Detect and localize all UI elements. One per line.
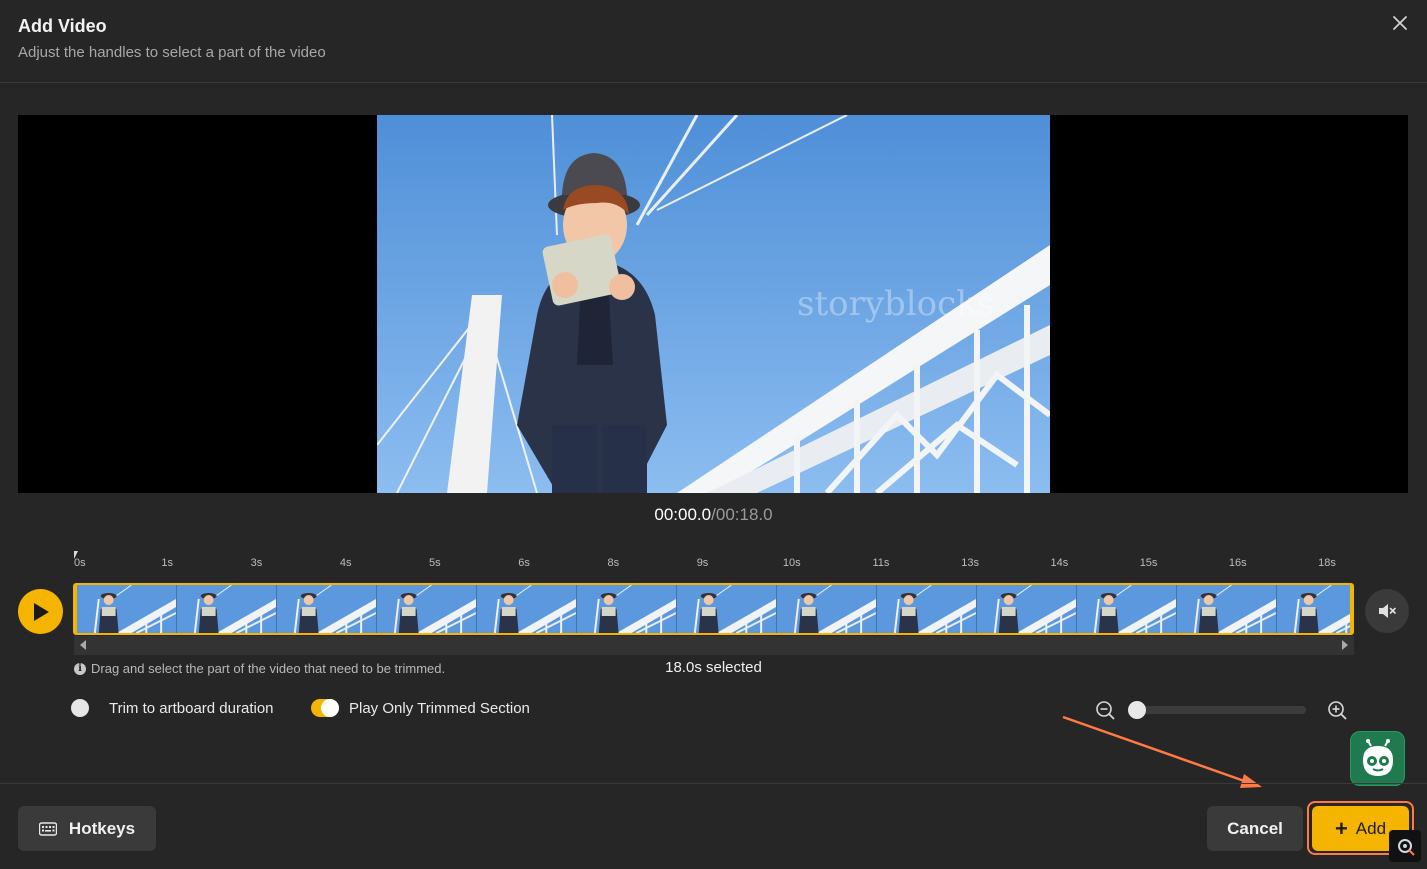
filmstrip-frame [877,585,977,633]
filmstrip-frame [777,585,877,633]
video-preview-image: storyblocks [377,115,1050,493]
ruler-tick-label: 15s [1139,557,1158,569]
filmstrip-frame [77,585,177,633]
modal-subtitle: Adjust the handles to select a part of t… [18,44,326,61]
cursor-overlay-icon [1389,830,1421,862]
ruler-tick-label: 10s [782,557,801,569]
ruler-tick-label: 18s [1318,557,1336,569]
ruler-tick-label: 6s [518,557,530,569]
trim-to-artboard-label: Trim to artboard duration [109,699,274,717]
ruler-tick-label: 1s [161,557,174,569]
play-icon [33,602,49,621]
play-trimmed-switch[interactable] [311,699,339,717]
selected-duration: 18.0s selected [665,659,762,676]
robot-icon [1362,738,1393,776]
zoom-slider[interactable] [1128,701,1306,719]
filmstrip-frame [577,585,677,633]
play-trimmed-toggle[interactable]: Play Only Trimmed Section [311,699,530,717]
total-time: 00:18.0 [715,505,773,524]
filmstrip-frame [277,585,377,633]
ruler-tick-label: 14s [1050,557,1069,569]
ruler-tick-label: 3s [250,557,263,569]
filmstrip-frame [1177,585,1277,633]
filmstrip-frame [377,585,477,633]
ruler-tick-label: 4s [339,557,352,569]
trim-to-artboard-toggle[interactable]: Trim to artboard duration [71,699,274,717]
keyboard-icon [38,821,57,836]
ruler-tick-label: 0s [74,557,86,569]
ruler-tick-label: 9s [696,557,709,569]
video-frame: storyblocks [377,115,1050,493]
hotkeys-label: Hotkeys [68,818,136,838]
mute-icon [1379,604,1396,618]
zoom-slider-thumb[interactable] [1128,701,1146,719]
timecode-display: 00:00.0/00:18.0 [0,505,1427,525]
filmstrip-frame [1077,585,1177,633]
filmstrip-frame [977,585,1077,633]
timeline-scrollbar[interactable] [74,636,1354,655]
zoom-in-icon[interactable] [1327,700,1347,720]
ruler-tick-label: 8s [607,557,620,569]
cancel-button[interactable]: Cancel [1207,806,1303,851]
filmstrip-frame [1277,585,1350,633]
add-video-modal: Add Video Adjust the handles to select a… [0,0,1427,869]
play-button[interactable] [18,589,63,634]
close-button[interactable] [1389,12,1411,34]
ruler-tick-label: 16s [1228,557,1247,569]
modal-header: Add Video Adjust the handles to select a… [0,0,1427,83]
assistant-bot-button[interactable] [1350,731,1405,786]
modal-title: Add Video [18,16,107,36]
zoom-out-icon[interactable] [1095,700,1115,720]
video-trim-filmstrip[interactable] [73,583,1354,635]
video-player[interactable]: storyblocks [18,115,1408,493]
filmstrip-frames [77,585,1350,633]
scroll-right-icon[interactable] [1342,640,1348,650]
hotkeys-button[interactable]: Hotkeys [18,806,156,851]
ruler-tick-label: 13s [961,557,980,569]
timeline-ruler[interactable]: 0s 1s 3s 4s 5s 6s 8s 9s 10s 11s 13s 14s 15s 16s 18s [74,551,1352,577]
close-icon [1393,16,1407,30]
scroll-left-icon[interactable] [80,640,86,650]
add-label: Add [1355,818,1387,838]
filmstrip-frame [677,585,777,633]
filmstrip-frame [177,585,277,633]
mute-button[interactable] [1365,589,1409,633]
filmstrip-frame [477,585,577,633]
play-trimmed-label: Play Only Trimmed Section [349,699,530,717]
current-time: 00:00.0 [654,505,712,524]
ruler-tick-label: 5s [429,557,441,569]
plus-icon: + [1334,815,1348,841]
ruler-tick-label: 11s [872,557,890,569]
video-watermark: storyblocks [797,284,994,324]
trim-to-artboard-switch[interactable] [71,699,99,717]
